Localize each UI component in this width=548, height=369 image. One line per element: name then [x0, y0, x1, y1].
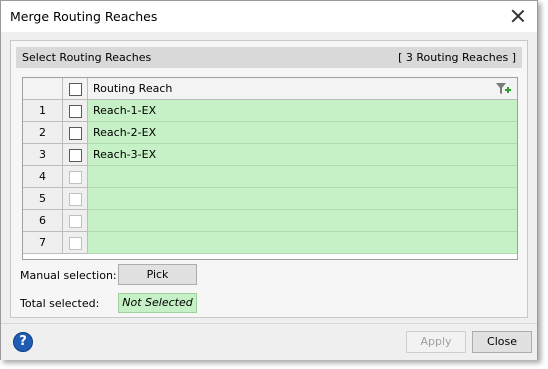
row-checkbox[interactable] [69, 149, 82, 162]
dialog-title: Merge Routing Reaches [10, 9, 158, 24]
row-check-cell [63, 144, 88, 166]
table-row[interactable]: 2 Reach-2-EX [23, 122, 517, 144]
manual-selection-label: Manual selection: [20, 269, 117, 282]
merge-routing-reaches-dialog: Merge Routing Reaches Select Routing Rea… [0, 0, 538, 360]
row-number: 2 [23, 122, 63, 144]
column-header-label: Routing Reach [93, 82, 173, 95]
row-number: 5 [23, 188, 63, 210]
routing-reach-cell[interactable] [88, 232, 517, 254]
row-checkbox[interactable] [69, 171, 82, 184]
row-number: 6 [23, 210, 63, 232]
table-row[interactable]: 7 [23, 232, 517, 254]
column-header-routing-reach[interactable]: Routing Reach [88, 78, 517, 100]
total-selected-value: Not Selected [118, 293, 197, 313]
filter-add-icon[interactable] [495, 82, 511, 96]
table-row[interactable]: 4 [23, 166, 517, 188]
title-bar: Merge Routing Reaches [1, 1, 537, 32]
help-icon[interactable]: ? [13, 332, 33, 352]
row-checkbox[interactable] [69, 193, 82, 206]
table-row[interactable]: 3 Reach-3-EX [23, 144, 517, 166]
close-icon[interactable] [510, 8, 526, 24]
row-number: 1 [23, 100, 63, 122]
select-all-checkbox[interactable] [69, 83, 82, 96]
row-checkbox[interactable] [69, 105, 82, 118]
routing-reach-cell[interactable]: Reach-1-EX [88, 100, 517, 122]
routing-reach-cell[interactable] [88, 166, 517, 188]
row-checkbox[interactable] [69, 237, 82, 250]
routing-reach-grid: Routing Reach 1 Reach-1-EX 2 Reach-2-EX [22, 77, 518, 260]
pick-button[interactable]: Pick [118, 264, 197, 285]
row-check-cell [63, 188, 88, 210]
table-row[interactable]: 1 Reach-1-EX [23, 100, 517, 122]
total-selected-label: Total selected: [20, 297, 100, 310]
row-number-header [23, 78, 63, 100]
row-checkbox[interactable] [69, 215, 82, 228]
table-row[interactable]: 6 [23, 210, 517, 232]
panel-title: Select Routing Reaches [22, 51, 152, 64]
dialog-footer: ? Apply Close [1, 323, 537, 360]
routing-reach-cell[interactable]: Reach-3-EX [88, 144, 517, 166]
close-button[interactable]: Close [472, 331, 532, 353]
routing-reach-cell[interactable]: Reach-2-EX [88, 122, 517, 144]
row-check-cell [63, 100, 88, 122]
select-all-cell [63, 78, 88, 100]
routing-reach-cell[interactable] [88, 210, 517, 232]
row-number: 4 [23, 166, 63, 188]
routing-reach-count: [ 3 Routing Reaches ] [398, 51, 516, 64]
row-number: 3 [23, 144, 63, 166]
panel-header: Select Routing Reaches [ 3 Routing Reach… [16, 47, 522, 68]
row-number: 7 [23, 232, 63, 254]
row-check-cell [63, 166, 88, 188]
row-check-cell [63, 122, 88, 144]
row-check-cell [63, 210, 88, 232]
apply-button[interactable]: Apply [406, 331, 466, 353]
row-check-cell [63, 232, 88, 254]
row-checkbox[interactable] [69, 127, 82, 140]
table-row[interactable]: 5 [23, 188, 517, 210]
grid-header-row: Routing Reach [23, 78, 517, 100]
routing-reach-cell[interactable] [88, 188, 517, 210]
